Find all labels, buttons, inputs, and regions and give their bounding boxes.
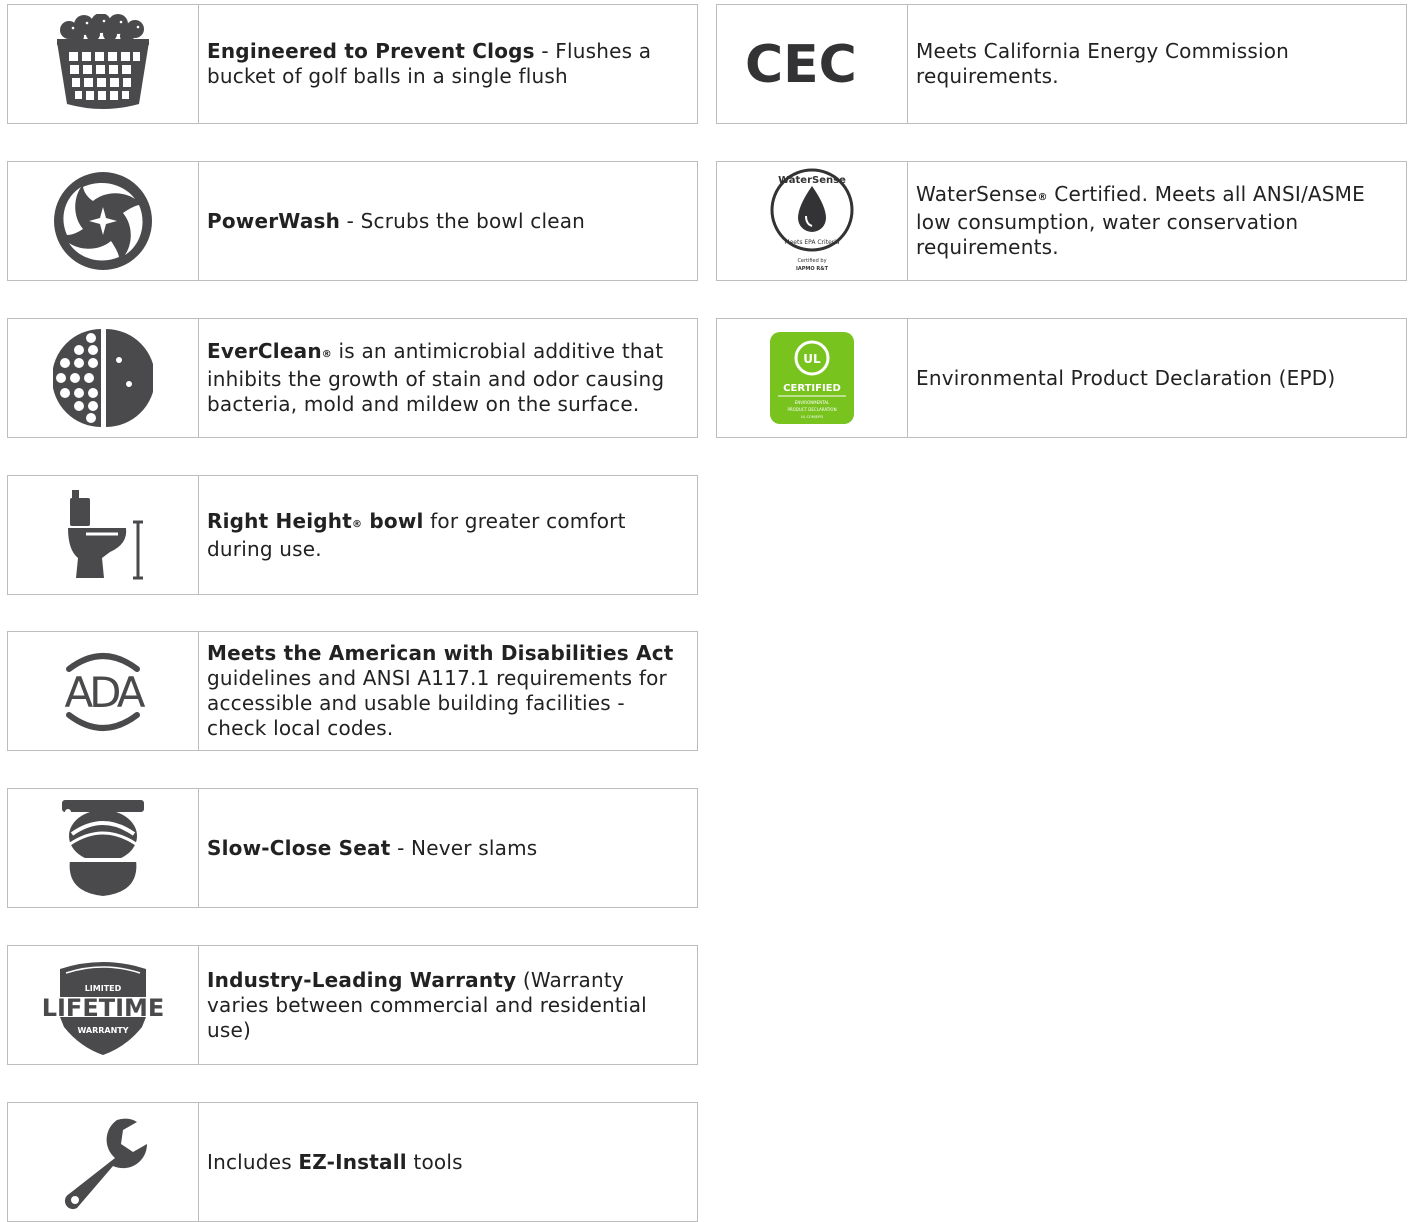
certification-card-ul-epd: UL CERTIFIED ENVIRONMENTAL PRODUCT DECLA… — [716, 318, 1407, 438]
feature-icon-cell — [8, 162, 199, 280]
feature-icon-cell — [8, 476, 199, 594]
certification-icon-cell: CEC — [717, 5, 908, 123]
feature-card-warranty: LIMITED LIFETIME WARRANTY Industry-Leadi… — [7, 945, 698, 1065]
certification-text: Meets California Energy Commission requi… — [916, 39, 1290, 88]
feature-description: Right Height® bowl for greater comfort d… — [199, 476, 697, 594]
ul-certified-text: CERTIFIED — [783, 383, 841, 394]
feature-title: Industry-Leading Warranty — [207, 967, 517, 992]
feature-text: tools — [406, 1149, 463, 1174]
feature-icon-cell — [8, 5, 199, 123]
ul-sub-text-3: UL.COM/EPD — [801, 415, 823, 419]
feature-title: Meets the American with Disabilities Act — [207, 641, 674, 665]
ada-icon: ADA — [64, 653, 150, 731]
feature-description: Meets the American with Disabilities Act… — [199, 632, 697, 750]
cec-logo-icon: CEC — [745, 35, 857, 94]
feature-card-ez-install: Includes EZ-Install tools — [7, 1102, 698, 1222]
slow-close-seat-icon — [62, 800, 144, 896]
feature-card-powerwash: PowerWash - Scrubs the bowl clean — [7, 161, 698, 281]
registered-mark: ® — [352, 518, 363, 530]
feature-card-right-height: Right Height® bowl for greater comfort d… — [7, 475, 698, 595]
feature-icon-cell — [8, 789, 199, 907]
feature-icon-cell — [8, 319, 199, 437]
certification-description: Environmental Product Declaration (EPD) — [908, 319, 1406, 437]
feature-title: EverClean — [207, 339, 322, 363]
certification-description: WaterSense® Certified. Meets all ANSI/AS… — [908, 162, 1406, 280]
feature-title-suffix: bowl — [362, 508, 424, 533]
ul-certified-logo-icon: UL CERTIFIED ENVIRONMENTAL PRODUCT DECLA… — [770, 332, 854, 424]
watersense-ring-top: WaterSense — [778, 175, 846, 186]
ul-sub-text-2: PRODUCT DECLARATION — [787, 407, 836, 412]
feature-title: Right Height — [207, 508, 353, 533]
registered-mark: ® — [1037, 192, 1048, 203]
cec-logo-text: CEC — [745, 35, 857, 94]
feature-card-ada: ADA Meets the American with Disabilities… — [7, 631, 698, 751]
feature-text-prefix: Includes — [207, 1149, 299, 1174]
ada-icon-label: ADA — [64, 668, 145, 717]
watersense-logo-icon: WaterSense Meets EPA Criteria Certified … — [770, 168, 854, 272]
wrench-icon — [64, 1118, 148, 1210]
feature-icon-cell — [8, 1103, 199, 1221]
golf-ball-basket-icon — [57, 14, 149, 109]
feature-description: Includes EZ-Install tools — [199, 1103, 697, 1221]
badge-bottom-text: WARRANTY — [77, 1026, 128, 1035]
everclean-surface-icon — [53, 329, 153, 427]
feature-description: Slow-Close Seat - Never slams — [199, 789, 697, 907]
certification-card-cec: CEC Meets California Energy Commission r… — [716, 4, 1407, 124]
feature-text: - Never slams — [390, 835, 538, 860]
feature-card-everclean: EverClean® is an antimicrobial additive … — [7, 318, 698, 438]
feature-description: Industry-Leading Warranty (Warranty vari… — [199, 946, 697, 1064]
badge-main-text: LIFETIME — [42, 994, 165, 1022]
certification-text: Environmental Product Declaration (EPD) — [916, 365, 1336, 390]
certification-description: Meets California Energy Commission requi… — [908, 5, 1406, 123]
watersense-ring-bottom: Meets EPA Criteria — [784, 239, 839, 246]
feature-icon-cell: ADA — [8, 632, 199, 750]
right-height-toilet-icon — [68, 490, 143, 580]
certification-card-watersense: WaterSense Meets EPA Criteria Certified … — [716, 161, 1407, 281]
feature-description: Engineered to Prevent Clogs - Flushes a … — [199, 5, 697, 123]
feature-text: guidelines and ANSI A117.1 requirements … — [207, 666, 667, 740]
ul-mark-text: UL — [803, 352, 821, 366]
badge-top-text: LIMITED — [85, 984, 122, 993]
feature-title: PowerWash — [207, 208, 341, 233]
feature-description: EverClean® is an antimicrobial additive … — [199, 319, 697, 437]
certification-name: WaterSense — [916, 182, 1038, 206]
watersense-small-1: Certified by — [797, 258, 826, 264]
certification-icon-cell: WaterSense Meets EPA Criteria Certified … — [717, 162, 908, 280]
feature-title: Slow-Close Seat — [207, 835, 391, 860]
feature-card-slow-close-seat: Slow-Close Seat - Never slams — [7, 788, 698, 908]
feature-title: EZ-Install — [298, 1149, 407, 1174]
powerwash-swirl-icon — [54, 172, 152, 270]
watersense-small-2: IAPMO R&T — [796, 266, 829, 272]
feature-icon-cell: LIMITED LIFETIME WARRANTY — [8, 946, 199, 1064]
certification-icon-cell: UL CERTIFIED ENVIRONMENTAL PRODUCT DECLA… — [717, 319, 908, 437]
registered-mark: ® — [321, 349, 332, 360]
feature-text: - Scrubs the bowl clean — [340, 208, 586, 233]
ul-sub-text-1: ENVIRONMENTAL — [795, 400, 830, 405]
feature-card-prevent-clogs: Engineered to Prevent Clogs - Flushes a … — [7, 4, 698, 124]
feature-title: Engineered to Prevent Clogs — [207, 39, 535, 63]
lifetime-warranty-badge-icon: LIMITED LIFETIME WARRANTY — [42, 962, 165, 1055]
feature-description: PowerWash - Scrubs the bowl clean — [199, 162, 697, 280]
